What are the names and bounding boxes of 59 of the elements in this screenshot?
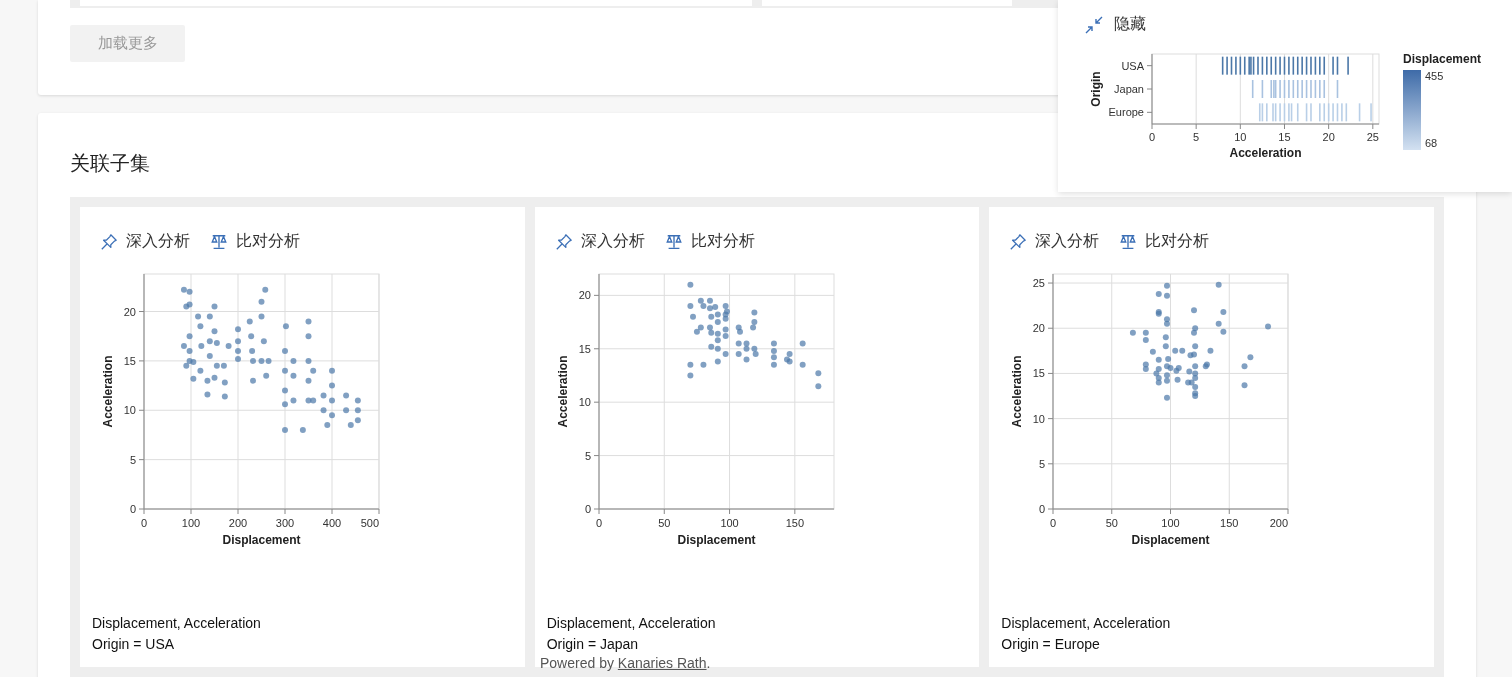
caption-text: Displacement, Acceleration	[92, 614, 262, 633]
legend-label: 68	[1425, 137, 1438, 149]
axis-title: Displacement	[677, 533, 756, 547]
tick-label: 20	[1322, 131, 1335, 143]
tick-label: USA	[1121, 59, 1144, 72]
axis-title: Acceleration	[1010, 355, 1025, 428]
caption-text: Origin = Europe	[1001, 635, 1101, 654]
tick-label: 5	[1193, 131, 1200, 143]
axis-title: Displacement	[1131, 533, 1210, 547]
legend-label: 455	[1425, 70, 1444, 82]
tick-label: 0	[140, 517, 148, 529]
tick-label: 20	[123, 305, 136, 318]
tick-label: Japan	[1114, 83, 1144, 95]
caption-text: Displacement, Acceleration	[546, 614, 717, 633]
caption-text: Origin = Japan	[546, 635, 640, 654]
tick-label: 20	[1033, 322, 1046, 335]
tick-label: 0	[584, 503, 591, 515]
section-title: 关联子集	[70, 151, 150, 175]
tick-label: 150	[1220, 517, 1239, 529]
tick-label: 0	[1050, 517, 1057, 529]
tick-label: 15	[578, 342, 591, 355]
axis-title: Acceleration	[101, 355, 115, 428]
axis-title: Displacement	[222, 533, 301, 547]
tick-label: 0	[129, 503, 136, 515]
tick-label: 200	[228, 517, 248, 529]
tick-label: 25	[1033, 277, 1046, 290]
tick-label: 5	[129, 453, 136, 466]
tick-label: 5	[1039, 457, 1046, 470]
tick-label: 10	[123, 404, 136, 417]
tick-label: 100	[720, 517, 739, 529]
tick-label: 0	[1039, 503, 1046, 515]
tick-label: 200	[1270, 517, 1289, 529]
legend-title: Displacement	[1403, 52, 1482, 66]
tick-label: Europe	[1108, 106, 1144, 119]
caption-text: Origin = USA	[92, 635, 176, 654]
tick-label: 25	[1366, 131, 1379, 143]
tick-label: 150	[785, 517, 804, 529]
tick-label: 400	[322, 517, 342, 529]
caption-text: Displacement, Acceleration	[1001, 614, 1172, 633]
tick-label: 10	[1033, 412, 1046, 425]
tick-label: 500	[360, 517, 379, 529]
tick-label: 50	[657, 517, 671, 529]
tick-label: 10	[578, 396, 591, 409]
tick-label: 15	[1033, 367, 1046, 380]
tick-label: 5	[584, 449, 591, 462]
axis-title: Acceleration	[555, 355, 570, 428]
tick-label: 20	[578, 289, 591, 302]
axis-title: Origin	[1089, 71, 1103, 107]
tick-label: 100	[181, 517, 201, 529]
tick-label: 50	[1105, 517, 1119, 529]
tick-label: 10	[1234, 131, 1247, 143]
tick-label: 0	[1148, 131, 1156, 143]
tick-label: 100	[1161, 517, 1180, 529]
tick-label: 15	[123, 354, 136, 367]
tick-label: 300	[275, 517, 295, 529]
axis-title: Acceleration	[1229, 146, 1302, 160]
footer-text: Powered by Kanaries Rath.	[540, 655, 711, 671]
tick-label: 0	[595, 517, 602, 529]
tick-label: 15	[1278, 131, 1291, 143]
